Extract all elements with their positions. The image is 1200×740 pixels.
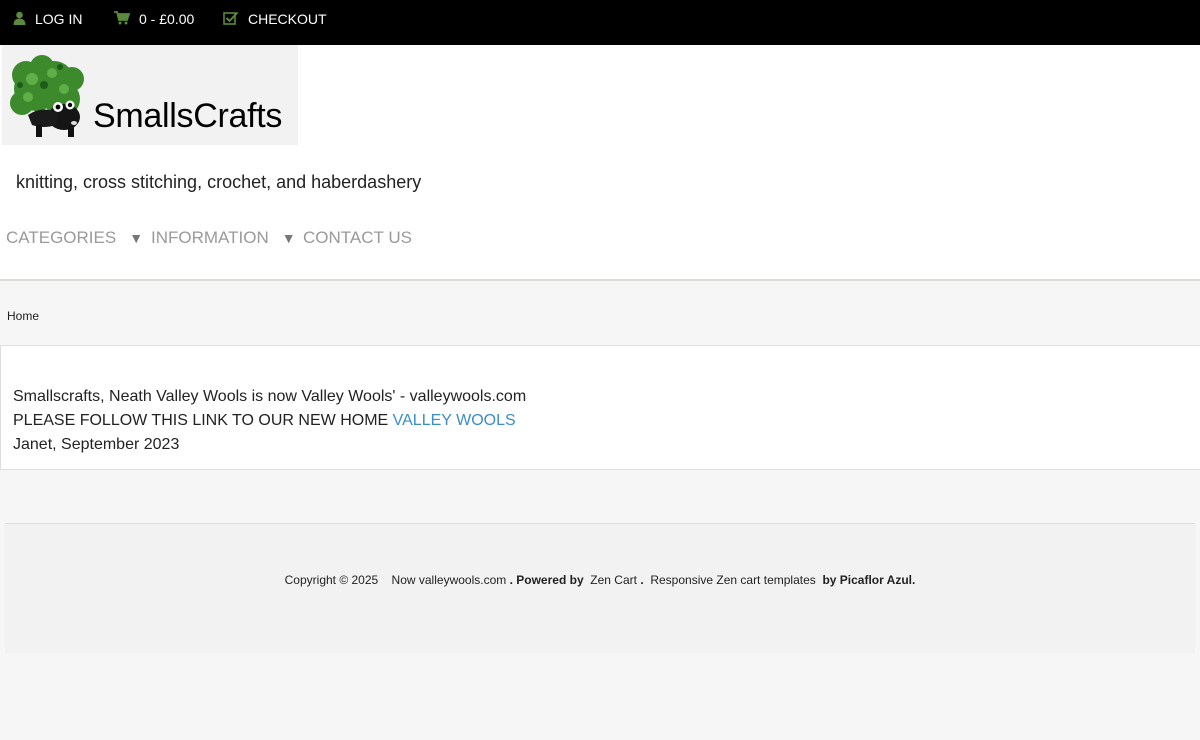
nav-information[interactable]: INFORMATION ▼	[151, 228, 296, 248]
site-header: SmallsCrafts knitting, cross stitching, …	[0, 45, 1200, 281]
breadcrumb-home[interactable]: Home	[7, 309, 39, 323]
logo-text: SmallsCrafts	[93, 97, 283, 135]
notice-line: Smallscrafts, Neath Valley Wools is now …	[13, 388, 527, 405]
footer-site-link[interactable]: Now valleywools.com	[392, 573, 507, 587]
notice-link-line: PLEASE FOLLOW THIS LINK TO OUR NEW HOME …	[13, 412, 516, 430]
site-logo[interactable]: SmallsCrafts	[2, 45, 298, 145]
templates-link[interactable]: Responsive Zen cart templates	[650, 573, 815, 587]
caret-down-icon: ▼	[129, 230, 144, 246]
main-content: Smallscrafts, Neath Valley Wools is now …	[0, 345, 1200, 470]
notice-link-prefix: PLEASE FOLLOW THIS LINK TO OUR NEW HOME	[13, 412, 389, 429]
caret-down-icon: ▼	[281, 230, 296, 246]
notice-signature: Janet, September 2023	[13, 436, 180, 453]
site-footer: Copyright © 2025 Now valleywools.com . P…	[5, 523, 1195, 653]
login-label: LOG IN	[35, 11, 83, 27]
sheep-mascot-icon	[10, 55, 84, 137]
user-icon	[13, 11, 26, 28]
footer-credits: Copyright © 2025 Now valleywools.com . P…	[5, 573, 1195, 587]
checkout-link[interactable]: CHECKOUT	[223, 0, 327, 38]
nav-information-label: INFORMATION	[151, 228, 269, 247]
checkbox-icon	[223, 11, 239, 28]
zen-cart-link[interactable]: Zen Cart	[590, 573, 637, 587]
nav-contact-label: CONTACT US	[303, 228, 412, 247]
nav-contact-us[interactable]: CONTACT US	[303, 228, 412, 248]
top-bar: LOG IN 0 - £0.00 CHECKOUT	[0, 0, 1200, 45]
cart-link[interactable]: 0 - £0.00	[114, 0, 194, 38]
login-link[interactable]: LOG IN	[13, 0, 82, 38]
footer-copyright: Copyright © 2025	[284, 573, 379, 587]
cart-icon	[114, 10, 131, 28]
nav-categories[interactable]: CATEGORIES ▼	[6, 228, 143, 248]
footer-powered-by: . Powered by	[509, 573, 584, 587]
valley-wools-link[interactable]: VALLEY WOOLS	[393, 412, 516, 429]
cart-label: 0 - £0.00	[139, 11, 195, 27]
site-tagline: knitting, cross stitching, crochet, and …	[16, 172, 422, 192]
nav-categories-label: CATEGORIES	[6, 228, 117, 247]
footer-author: by Picaflor Azul.	[822, 573, 916, 587]
footer-dot: .	[640, 573, 644, 587]
checkout-label: CHECKOUT	[248, 11, 327, 27]
